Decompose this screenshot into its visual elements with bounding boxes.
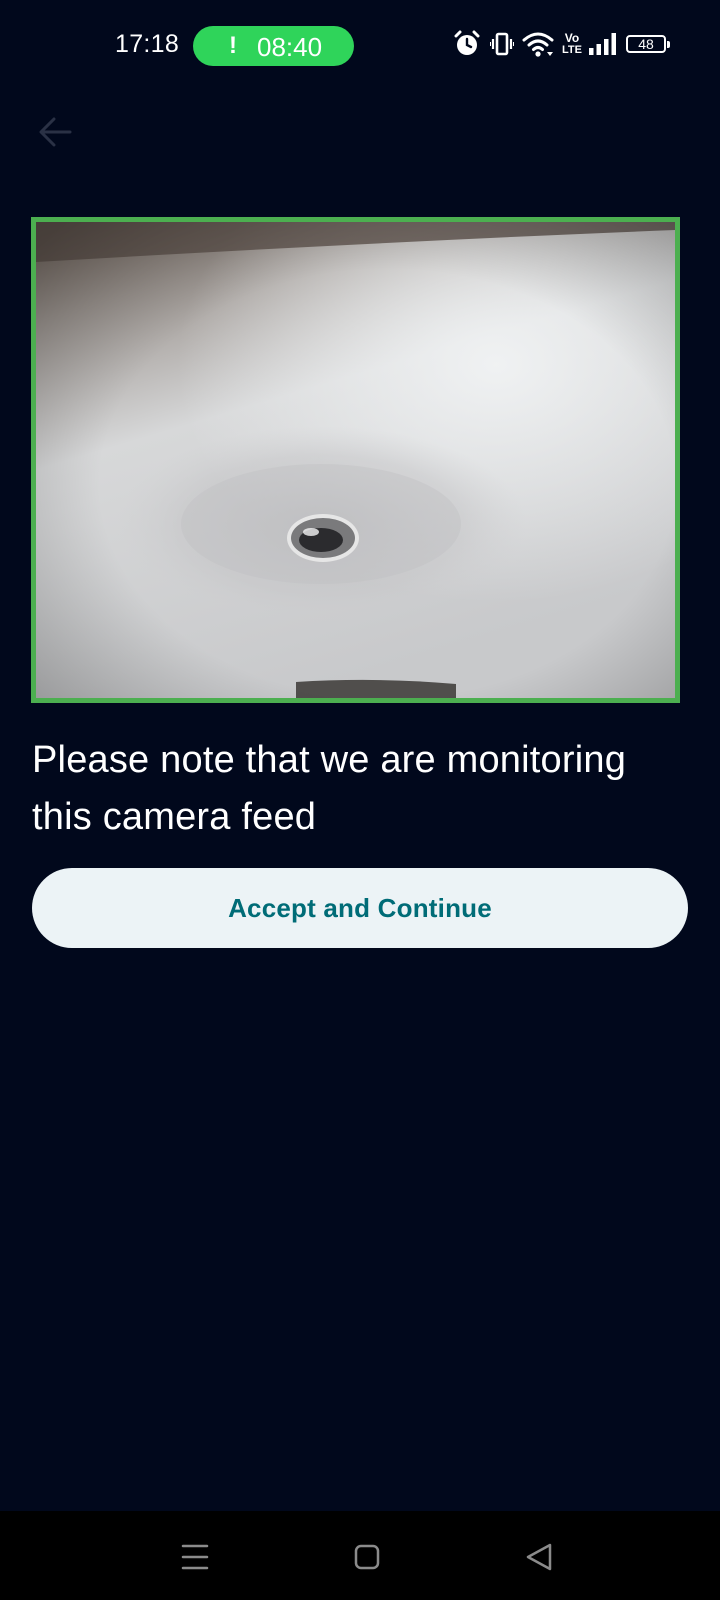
battery-icon: 48: [626, 35, 670, 53]
accept-and-continue-button[interactable]: Accept and Continue: [32, 868, 688, 948]
volte-bottom-label: LTE: [562, 44, 582, 56]
volte-top-label: Vo: [564, 31, 580, 45]
ongoing-call-pill[interactable]: ! 08:40: [193, 26, 354, 66]
volte-icon: Vo LTE: [562, 30, 582, 56]
battery-tip: [667, 41, 670, 48]
back-triangle-icon[interactable]: [515, 1533, 563, 1581]
camera-feed-image: [36, 222, 675, 698]
back-button[interactable]: [32, 108, 80, 156]
camera-preview: [31, 217, 680, 703]
battery-level: 48: [638, 36, 654, 52]
monitoring-notice: Please note that we are monitoring this …: [32, 739, 627, 838]
call-duration: 08:40: [257, 32, 323, 62]
vibrate-icon: [490, 32, 514, 56]
wifi-icon: [522, 32, 554, 57]
status-icons: Vo LTE 48: [454, 30, 674, 62]
call-alert-icon: !: [229, 32, 237, 59]
menu-icon[interactable]: [171, 1533, 219, 1581]
system-navigation-bar: [0, 1511, 720, 1600]
status-bar: 17:18 ! 08:40 Vo LTE 48: [0, 0, 720, 92]
alarm-icon: [454, 30, 480, 55]
status-time: 17:18: [115, 30, 180, 58]
signal-icon: [589, 33, 616, 55]
home-icon[interactable]: [343, 1533, 391, 1581]
arrow-left-icon: [39, 117, 72, 147]
app-screen: 17:18 ! 08:40 Vo LTE 48 Please note that…: [0, 0, 720, 1600]
